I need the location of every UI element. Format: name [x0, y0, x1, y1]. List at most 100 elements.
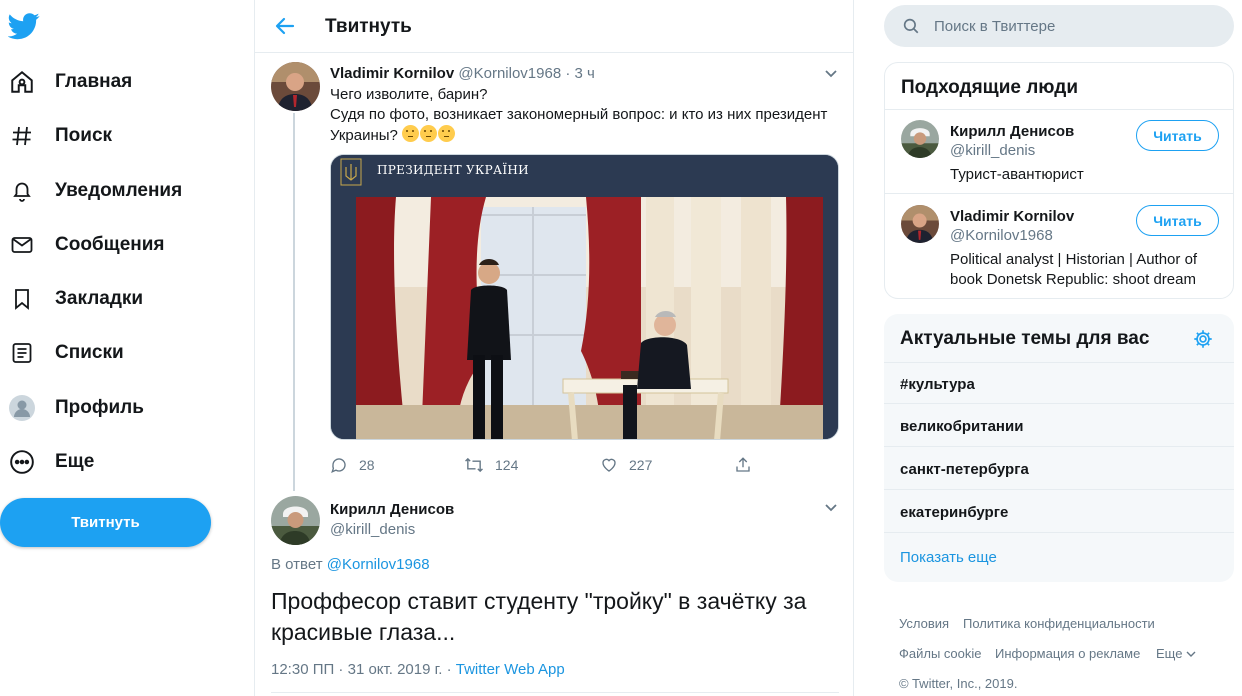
like-button[interactable]: 227 — [600, 456, 652, 474]
trend-item[interactable]: санкт-петербурга — [900, 461, 1029, 478]
footer-terms-link[interactable]: Условия — [899, 616, 949, 631]
person-bio: Турист-авантюрист — [950, 166, 1084, 183]
trend-item[interactable]: великобритании — [900, 418, 1023, 435]
heart-icon — [602, 458, 616, 472]
footer-cookies-link[interactable]: Файлы cookie — [899, 646, 982, 661]
trend-item[interactable]: екатеринбурге — [900, 504, 1008, 521]
reply-count: 28 — [359, 457, 375, 473]
footer-privacy-link[interactable]: Политика конфиденциальности — [963, 616, 1155, 631]
divider — [884, 532, 1234, 533]
who-to-follow-card: Подходящие люди Кирилл Денисов @kirill_d… — [884, 62, 1234, 299]
twitter-logo-icon[interactable] — [7, 10, 40, 42]
avatar[interactable] — [901, 205, 939, 243]
tweet-button[interactable]: Твитнуть — [0, 498, 211, 547]
page-title: Твитнуть — [325, 16, 412, 37]
tweet-line: Чего изволите, барин? — [330, 86, 488, 103]
back-arrow-icon[interactable] — [273, 14, 297, 38]
thinking-face-icon — [420, 125, 438, 142]
follow-button[interactable]: Читать — [1136, 205, 1219, 236]
trends-card: Актуальные темы для вас #культура велико… — [884, 314, 1234, 582]
gear-icon[interactable] — [1192, 328, 1214, 350]
reply-context: В ответ @Kornilov1968 — [271, 556, 430, 573]
person-bio: Political analyst | Historian | Author o… — [950, 251, 1198, 288]
left-nav: Главная Поиск Уведомления Сообщения Закл… — [0, 0, 255, 696]
hashtag-icon — [8, 122, 36, 150]
nav-notifications[interactable]: Уведомления — [8, 169, 182, 213]
reply-prefix: В ответ — [271, 556, 323, 573]
tweet-header: Vladimir Kornilov @Kornilov1968 · 3 ч — [330, 65, 595, 82]
timestamp-text[interactable]: 12:30 ПП · 31 окт. 2019 г. · — [271, 661, 452, 678]
author-name[interactable]: Vladimir Kornilov — [330, 65, 454, 82]
bookmark-icon — [8, 285, 36, 313]
meta-separator: · — [565, 65, 571, 82]
person-name[interactable]: Кирилл Денисов — [950, 123, 1074, 140]
envelope-icon — [8, 231, 36, 259]
nav-label: Списки — [55, 342, 124, 363]
search-input[interactable] — [934, 15, 1214, 37]
home-icon — [8, 68, 36, 96]
reply-to-link[interactable]: @Kornilov1968 — [327, 556, 430, 573]
card-title: Подходящие люди — [901, 77, 1079, 98]
nav-profile[interactable]: Профиль — [8, 386, 144, 430]
retweet-icon — [465, 457, 483, 473]
retweet-button[interactable]: 124 — [464, 456, 518, 474]
person-name[interactable]: Vladimir Kornilov — [950, 208, 1074, 225]
tweet-time[interactable]: 3 ч — [575, 65, 595, 82]
follow-button[interactable]: Читать — [1136, 120, 1219, 151]
reply-text: Проффесор ставит студенту "тройку" в зач… — [271, 588, 807, 645]
reply-icon — [331, 458, 346, 473]
trend-item[interactable]: #культура — [900, 376, 975, 393]
share-icon — [736, 457, 750, 472]
divider — [884, 446, 1234, 447]
share-button[interactable] — [734, 456, 752, 474]
avatar[interactable] — [271, 496, 320, 545]
divider — [884, 362, 1234, 363]
tweet-text: Чего изволите, барин? Судя по фото, возн… — [330, 85, 845, 146]
nav-messages[interactable]: Сообщения — [8, 223, 165, 267]
nav-label: Еще — [55, 451, 95, 472]
chevron-down-icon[interactable] — [821, 497, 841, 517]
nav-label: Уведомления — [55, 180, 183, 201]
person-handle: @kirill_denis — [950, 142, 1036, 159]
footer-ads-link[interactable]: Информация о рекламе — [995, 646, 1140, 661]
tweet-actions: 28 124 227 — [330, 456, 770, 476]
footer-more-label: Еще — [1156, 646, 1183, 661]
nav-more[interactable]: Еще — [8, 440, 94, 484]
thinking-face-icon — [402, 125, 420, 142]
reply-button[interactable]: 28 — [330, 456, 375, 474]
thread-connector — [293, 113, 295, 491]
main-column: Твитнуть Vladimir Kornilov @Kornilov1968… — [254, 0, 854, 696]
photo-caption: ПРЕЗИДЕНТ УКРАЇНИ — [377, 163, 529, 177]
list-icon — [8, 339, 36, 367]
author-name[interactable]: Кирилл Денисов — [330, 501, 454, 518]
source-link[interactable]: Twitter Web App — [456, 661, 565, 678]
bell-icon — [8, 177, 36, 205]
thinking-face-icon — [438, 125, 456, 142]
author-handle[interactable]: @kirill_denis — [330, 521, 454, 538]
reply-header: Кирилл Денисов @kirill_denis — [330, 501, 454, 538]
show-more-link[interactable]: Показать еще — [900, 549, 997, 566]
search-icon — [902, 17, 920, 35]
nav-label: Главная — [55, 71, 133, 92]
person-handle: @Kornilov1968 — [950, 227, 1053, 244]
nav-lists[interactable]: Списки — [8, 331, 124, 375]
avatar[interactable] — [901, 120, 939, 158]
nav-home[interactable]: Главная — [8, 60, 132, 104]
footer-copyright: © Twitter, Inc., 2019. — [899, 676, 1018, 691]
more-icon — [8, 448, 36, 476]
card-title: Актуальные темы для вас — [900, 328, 1150, 349]
avatar[interactable] — [271, 62, 320, 111]
like-count: 227 — [629, 457, 653, 473]
nav-explore[interactable]: Поиск — [8, 114, 112, 158]
search-box — [884, 5, 1234, 47]
nav-bookmarks[interactable]: Закладки — [8, 277, 143, 321]
author-handle[interactable]: @Kornilov1968 — [458, 65, 561, 82]
footer-more-link[interactable]: Еще — [1156, 646, 1196, 661]
divider — [884, 489, 1234, 490]
tweet-photo[interactable]: ПРЕЗИДЕНТ УКРАЇНИ — [330, 154, 839, 440]
retweet-count: 124 — [495, 457, 519, 473]
profile-avatar-icon — [8, 394, 36, 422]
divider — [885, 109, 1233, 110]
chevron-down-icon[interactable] — [821, 63, 841, 83]
tweet-line-2: Судя по фото, возникает закономерный воп… — [330, 105, 845, 146]
